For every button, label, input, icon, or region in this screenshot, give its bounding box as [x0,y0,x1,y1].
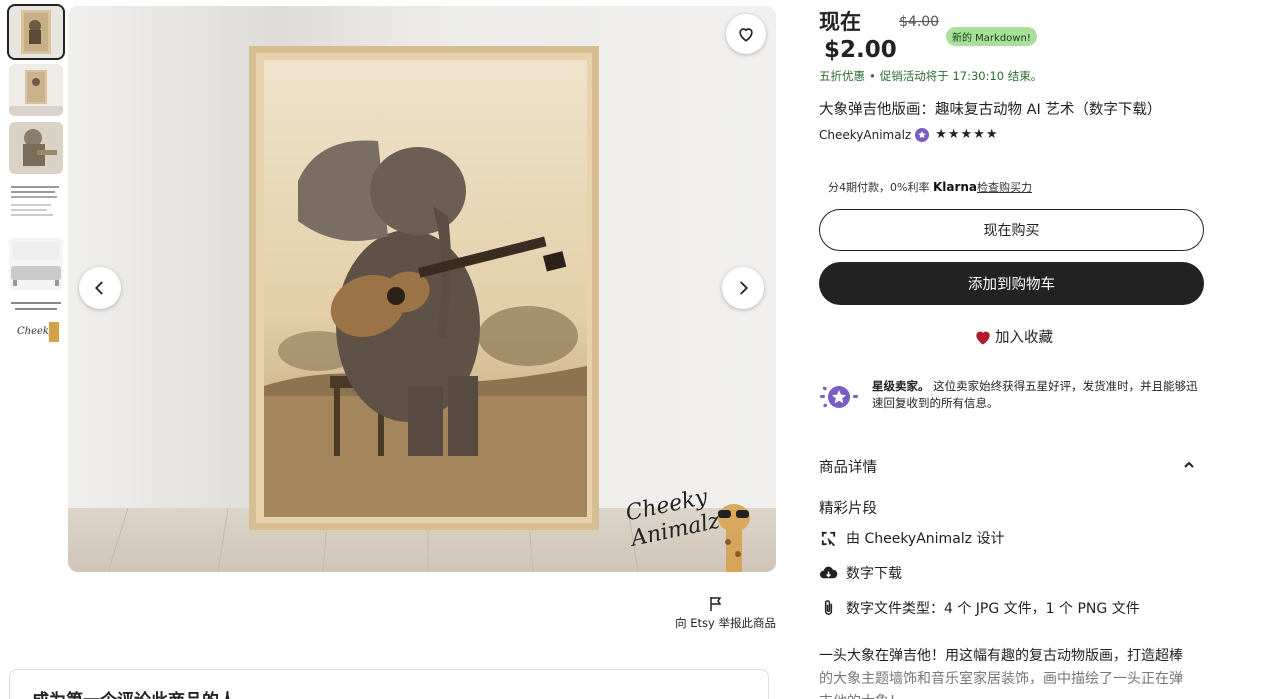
add-to-cart-button[interactable]: 添加到购物车 [819,262,1204,305]
next-image-button[interactable] [722,267,764,309]
description-line-1: 一头大象在弹吉他！用这幅有趣的复古动物版画，打造超棒 [819,648,1183,664]
thumbnail-2[interactable] [9,64,63,116]
report-label: 向 Etsy 举报此商品 [675,616,776,630]
seller-name-link[interactable]: CheekyAnimalz [819,128,911,142]
thumbnail-list: Cheeky [7,4,65,354]
item-details-toggle[interactable]: 商品详情 [819,456,1204,477]
listing-description: 一头大象在弹吉他！用这幅有趣的复古动物版画，打造超棒 的大象主题墙饰和音乐室家居… [819,645,1209,699]
current-price: $2.00 [824,37,897,63]
markdown-badge: 新的 Markdown! [946,27,1037,46]
klarna-installments: 分4期付款，0%利率 Klarna检查购买力 [828,179,1032,195]
thumbnail-4[interactable] [9,180,63,232]
description-line-2: 的大象主题墙饰和音乐室家居装饰，画中描绘了一头正在弹 [819,671,1183,687]
promo-separator: • [869,69,876,83]
reviews-title: 成为第一个评论此商品的人 [32,686,236,699]
original-price: $4.00 [899,14,940,30]
star-seller-icon [820,386,858,408]
previous-image-button[interactable] [79,267,121,309]
listing-title: 大象弹吉他版画：趣味复古动物 AI 艺术（数字下载） [819,102,1162,118]
promo-timer: 促销活动将于 17:30:10 结束。 [879,69,1043,83]
klarna-logo: Klarna [932,180,978,194]
highlight-download-text: 数字下载 [846,566,902,582]
giraffe-logo [718,504,750,572]
buy-now-button[interactable]: 现在购买 [819,209,1204,251]
highlight-filetypes: 数字文件类型：4 个 JPG 文件，1 个 PNG 文件 [819,598,1140,618]
cloud-download-icon [819,566,838,578]
klarna-text: 分4期付款，0%利率 [828,181,930,194]
reviews-panel: 成为第一个评论此商品的人 [9,669,769,699]
seller-info: CheekyAnimalz ★★★★★ [819,127,998,142]
star-seller-badge-icon [915,127,930,142]
designer-tool-icon [821,531,836,546]
thumbnail-1[interactable] [7,4,65,60]
thumbnail-3[interactable] [9,122,63,174]
thumbnail-5[interactable] [9,238,63,290]
heart-outline-icon [739,28,753,42]
main-product-image: Cheeky Animalz [68,6,776,572]
highlight-download: 数字下载 [819,563,902,583]
chevron-left-icon [94,281,103,295]
report-listing-link[interactable]: 向 Etsy 举报此商品 [640,596,776,631]
star-seller-title: 星级卖家。 [872,379,930,393]
description-line-3: 吉他的大象！ [819,691,1209,699]
highlight-designer-text: 由 CheekyAnimalz 设计 [846,531,1005,547]
rating-stars[interactable]: ★★★★★ [935,127,998,142]
chevron-up-icon [1184,461,1194,468]
thumbnail-6[interactable]: Cheeky [9,296,63,348]
heart-filled-icon [976,331,990,344]
item-details-title: 商品详情 [819,460,877,476]
favorite-button[interactable] [726,14,766,54]
add-to-favorites-label: 加入收藏 [995,330,1053,346]
price-prefix: 现在 [819,10,861,34]
highlight-designer: 由 CheekyAnimalz 设计 [819,528,1004,548]
highlights-title: 精彩片段 [819,501,877,517]
elephant-guitar-artwork [68,6,776,572]
promo-discount: 五折优惠 [819,69,865,83]
flag-icon [710,597,722,611]
promo-info: 五折优惠 • 促销活动将于 17:30:10 结束。 [819,68,1042,84]
paperclip-icon [824,599,833,615]
add-to-favorites-button[interactable]: 加入收藏 [973,326,1053,347]
chevron-right-icon [740,281,749,295]
highlight-filetypes-text: 数字文件类型：4 个 JPG 文件，1 个 PNG 文件 [846,601,1140,617]
klarna-check-link[interactable]: 检查购买力 [977,181,1032,194]
